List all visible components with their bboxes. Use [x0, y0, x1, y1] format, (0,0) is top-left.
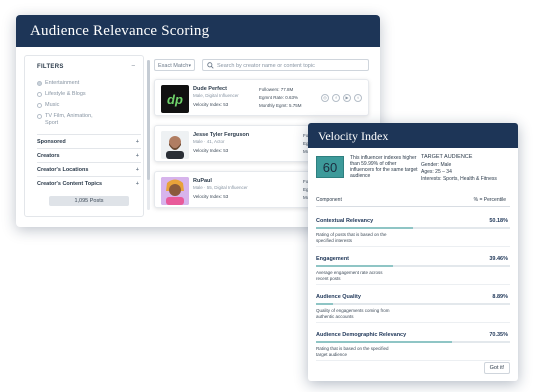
category-creators[interactable]: Creators +: [37, 148, 141, 161]
chevron-down-icon: ▾: [188, 63, 191, 69]
velocity-index-window: Velocity Index 60 This influencer indexe…: [308, 123, 518, 381]
target-audience-label: TARGET AUDIENCE: [421, 154, 473, 160]
component-progress-bar: [316, 265, 510, 267]
creator-card[interactable]: dp Dude Perfect Male, Digital Influencer…: [154, 79, 369, 116]
creator-monthly: Monthly Egmt: 5.75M: [259, 103, 302, 108]
plus-icon: +: [135, 167, 139, 173]
component-value: 8.89%: [492, 294, 508, 300]
filter-lifestyle[interactable]: Lifestyle & Blogs: [37, 91, 86, 98]
category-sponsored[interactable]: Sponsored +: [37, 134, 141, 147]
category-content-topics[interactable]: Creator's Content Topics +: [37, 176, 141, 189]
creator-logo: dp: [161, 85, 189, 113]
component-divider: [316, 246, 510, 247]
component-progress-fill: [316, 341, 453, 343]
window-title: Audience Relevance Scoring: [16, 15, 380, 47]
creator-avatar: [161, 131, 189, 159]
plus-icon: +: [135, 153, 139, 159]
velocity-title: Velocity Index: [308, 123, 518, 148]
plus-icon: +: [135, 181, 139, 187]
target-interests: Interests: Sports, Health & Fitness: [421, 176, 497, 182]
component-divider: [316, 360, 510, 361]
component-progress-bar: [316, 303, 510, 305]
component-table-header: Component % = Percentile: [316, 197, 510, 207]
velocity-score-badge: 60: [316, 156, 344, 178]
filter-music[interactable]: Music: [37, 102, 59, 109]
component-progress-bar: [316, 341, 510, 343]
creator-name: Jesse Tyler Ferguson: [193, 132, 250, 138]
plus-icon: +: [135, 139, 139, 145]
component-name: Contextual Relevancy: [316, 218, 374, 224]
creator-followers: Followers: 77.8M: [259, 87, 294, 92]
search-icon: [207, 62, 214, 69]
component-value: 70.35%: [489, 332, 508, 338]
component-column-label: Component: [316, 197, 342, 203]
component-progress-fill: [316, 227, 414, 229]
instagram-icon[interactable]: ◎: [321, 94, 329, 102]
target-gender: Gender: Male: [421, 162, 452, 168]
collapse-icon[interactable]: –: [132, 63, 135, 69]
component-description: Average engagement rate across recent po…: [316, 270, 383, 281]
filters-sidebar: FILTERS – Entertainment Lifestyle & Blog…: [24, 55, 144, 217]
component-name: Audience Demographic Relevancy: [316, 332, 407, 338]
creator-desc: Male, Digital Influencer: [193, 93, 239, 98]
target-ages: Ages: 25 – 34: [421, 169, 452, 175]
filters-label: FILTERS: [37, 64, 64, 70]
social-icons: ◎ f ▶ t: [321, 94, 362, 102]
creator-avatar: [161, 177, 189, 205]
component-divider: [316, 322, 510, 323]
component-progress-fill: [316, 303, 334, 305]
got-it-button[interactable]: Got it!: [484, 362, 510, 374]
filter-entertainment[interactable]: Entertainment: [37, 80, 79, 87]
filter-tv-film[interactable]: TV Film, Animation, Sport: [37, 113, 97, 126]
component-name: Audience Quality: [316, 294, 361, 300]
creator-velocity: Velocity Index: 53: [193, 102, 229, 107]
component-progress-bar: [316, 227, 510, 229]
creator-velocity: Velocity Index: 53: [193, 148, 229, 153]
creator-search-input[interactable]: Search by creator name or content topic: [202, 59, 369, 71]
creator-desc: Male · 55, Digital Influencer: [193, 185, 248, 190]
category-locations[interactable]: Creator's Locations +: [37, 162, 141, 175]
twitter-icon[interactable]: t: [354, 94, 362, 102]
score-description: This influencer indexes higher than 59.9…: [350, 155, 418, 179]
facebook-icon[interactable]: f: [332, 94, 340, 102]
creator-velocity: Velocity Index: 53: [193, 194, 229, 199]
component-progress-fill: [316, 265, 393, 267]
component-description: Rating that is based on the specified ta…: [316, 346, 389, 357]
component-divider: [316, 284, 510, 285]
creator-engagement: Egmnt Rate: 0.63%: [259, 95, 299, 100]
youtube-icon[interactable]: ▶: [343, 94, 351, 102]
svg-text:dp: dp: [167, 92, 183, 107]
creator-desc: Male · 41, Actor: [193, 139, 225, 144]
percentile-column-label: % = Percentile: [473, 197, 506, 203]
posts-count-button[interactable]: 1,095 Posts: [49, 196, 129, 206]
creator-name: RuPaul: [193, 178, 212, 184]
component-name: Engagement: [316, 256, 350, 262]
match-select[interactable]: Exact Match ▾: [154, 59, 195, 71]
component-description: Quality of engagements coming from authe…: [316, 308, 390, 319]
sidebar-scrollbar[interactable]: [147, 60, 150, 210]
component-value: 50.18%: [489, 218, 508, 224]
component-description: Rating of posts that is based on the spe…: [316, 232, 387, 243]
component-value: 39.46%: [489, 256, 508, 262]
creator-name: Dude Perfect: [193, 86, 227, 92]
